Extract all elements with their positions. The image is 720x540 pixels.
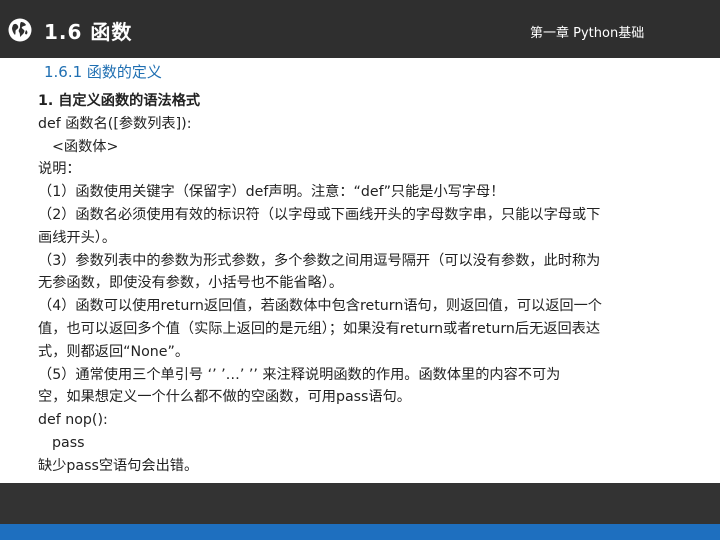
body-line: （2）函数名必须使用有效的标识符（以字母或下画线开头的字母数字串，只能以字母或下 bbox=[38, 206, 601, 223]
footer-bar bbox=[0, 483, 720, 524]
footer-accent-bar bbox=[0, 524, 720, 540]
body-line: （3）参数列表中的参数为形式参数，多个参数之间用逗号隔开（可以没有参数，此时称为 bbox=[38, 252, 601, 269]
slide-title: 1.6 函数 bbox=[44, 20, 133, 44]
content-heading: 1. 自定义函数的语法格式 bbox=[38, 93, 201, 109]
body-line: 缺少pass空语句会出错。 bbox=[38, 457, 199, 474]
globe-icon bbox=[8, 18, 32, 42]
chapter-label: 第一章 Python基础 bbox=[530, 26, 645, 41]
body-line: 说明： bbox=[38, 161, 81, 178]
slide-body: 1. 自定义函数的语法格式 def 函数名([参数列表]): <函数体> 说明：… bbox=[38, 90, 690, 478]
code-line: <函数体> bbox=[52, 138, 119, 155]
body-line: （1）函数使用关键字（保留字）def声明。注意：“def”只能是小写字母！ bbox=[38, 184, 505, 201]
code-line: pass bbox=[52, 434, 85, 451]
body-line: 无参函数，即使没有参数，小括号也不能省略）。 bbox=[38, 275, 344, 292]
body-line: 式，则都返回“None”。 bbox=[38, 343, 190, 360]
section-title: 1.6.1 函数的定义 bbox=[44, 63, 162, 81]
body-line: 值，也可以返回多个值（实际上返回的是元组）；如果没有return或者return… bbox=[38, 320, 601, 337]
slide-header: 1.6 函数 第一章 Python基础 bbox=[0, 0, 720, 58]
body-line: （4）函数可以使用return返回值，若函数体中包含return语句，则返回值，… bbox=[38, 298, 602, 315]
body-line: 空，如果想定义一个什么都不做的空函数，可用pass语句。 bbox=[38, 389, 411, 406]
body-line: 画线开头）。 bbox=[38, 229, 117, 246]
body-line: （5）通常使用三个单引号 ‘’ ’…’ ’’ 来注释说明函数的作用。函数体里的内… bbox=[38, 366, 561, 383]
code-line: def nop(): bbox=[38, 412, 108, 429]
code-line: def 函数名([参数列表]): bbox=[38, 115, 192, 132]
